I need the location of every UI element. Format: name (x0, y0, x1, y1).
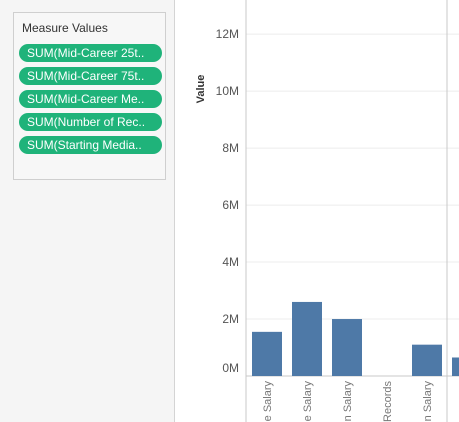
measure-pill-starting-median[interactable]: SUM(Starting Media.. (19, 136, 162, 154)
gridlines (246, 33, 459, 320)
bar[interactable] (292, 301, 322, 376)
bar[interactable] (412, 344, 442, 376)
measure-values-title: Measure Values (22, 21, 108, 35)
y-axis-ticks: 0M 2M 4M 6M 8M 10M 12M (216, 27, 239, 375)
measure-pill-mid-career-25th[interactable]: SUM(Mid-Career 25t.. (19, 44, 162, 62)
y-tick-label: 4M (222, 255, 239, 269)
x-category-label: e Salary (302, 381, 314, 422)
x-category-label: n Salary (342, 381, 354, 422)
x-category-label: Records (382, 381, 394, 422)
chart-area: 0M 2M 4M 6M 8M 10M 12M e Salary e Salary n Salar… (195, 0, 459, 422)
y-tick-label: 2M (222, 312, 239, 326)
x-category-label: e Salary (262, 381, 274, 422)
measure-pill-mid-career-75th[interactable]: SUM(Mid-Career 75t.. (19, 67, 162, 85)
y-tick-label: 6M (222, 198, 239, 212)
bar[interactable] (252, 331, 282, 376)
bars (252, 301, 459, 376)
x-axis-categories: e Salary e Salary n Salary Records n Salary (262, 381, 434, 422)
measure-values-card: Measure Values SUM(Mid-Career 25t.. SUM(… (13, 12, 166, 180)
bar[interactable] (332, 319, 362, 376)
bar[interactable] (452, 357, 459, 376)
measure-pill-mid-career-median[interactable]: SUM(Mid-Career Me.. (19, 90, 162, 108)
y-axis-title: Value (195, 75, 207, 104)
y-tick-label: 12M (216, 27, 239, 41)
measure-pill-number-of-records[interactable]: SUM(Number of Rec.. (19, 113, 162, 131)
x-category-label: n Salary (422, 381, 434, 422)
y-tick-label: 10M (216, 84, 239, 98)
left-panel: Measure Values SUM(Mid-Career 25t.. SUM(… (0, 0, 175, 422)
y-tick-label: 8M (222, 141, 239, 155)
y-tick-label: 0M (222, 361, 239, 375)
